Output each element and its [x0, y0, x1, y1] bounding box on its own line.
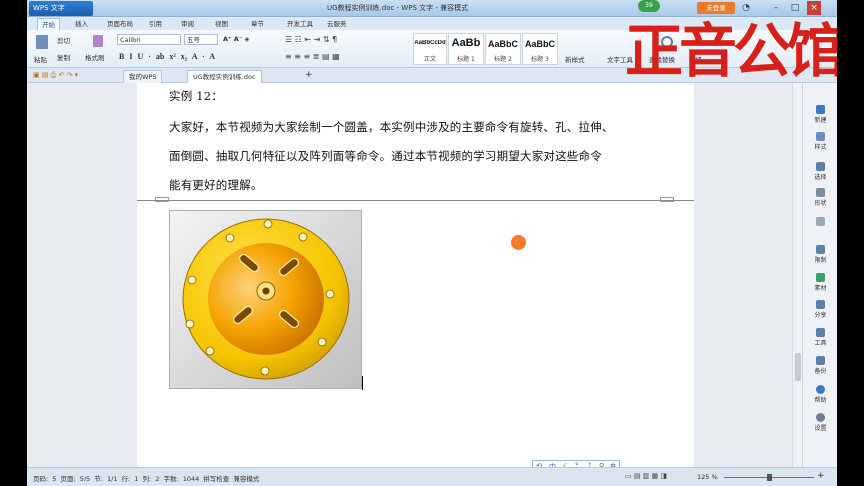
watermark: 正音公馆: [625, 17, 837, 85]
select-icon: [816, 162, 825, 171]
tab-developer[interactable]: 开发工具: [283, 18, 317, 30]
task-settings[interactable]: 设置: [805, 413, 836, 432]
zoom-level[interactable]: 125 %: [697, 473, 718, 481]
task-style[interactable]: 样式: [805, 132, 836, 151]
style-heading-1[interactable]: AaBb 标题 1: [448, 33, 484, 65]
tab-home[interactable]: 开始: [37, 18, 60, 30]
tab-review[interactable]: 审阅: [177, 18, 198, 30]
task-backup[interactable]: 备份: [805, 356, 836, 375]
zoom-slider-handle[interactable]: [767, 474, 772, 481]
tab-insert[interactable]: 插入: [71, 18, 92, 30]
new-style-button[interactable]: 新样式: [565, 54, 585, 64]
tab-document[interactable]: UG教程实例训练.doc: [187, 70, 262, 83]
mouse-cursor-indicator: [511, 235, 526, 250]
document-heading[interactable]: 实例 12：: [169, 88, 223, 104]
align-buttons[interactable]: ≡ ≡ ≡ ≣ ▤ ▦: [285, 52, 340, 61]
gear-icon: [816, 413, 825, 422]
tab-cloud[interactable]: 云服务: [323, 18, 351, 30]
task-select[interactable]: 选择: [805, 162, 836, 181]
scrollbar-thumb[interactable]: [795, 353, 801, 381]
view-mode-icons[interactable]: ▭ ▤ ▥ ▦ ◨: [625, 472, 667, 480]
task-new[interactable]: 新建: [805, 105, 836, 124]
task-blank[interactable]: [805, 217, 836, 227]
style-heading-3[interactable]: AaBbC 标题 3: [522, 33, 558, 65]
status-text: 页码: 5 页面: 5/5 节: 1/1 行: 1 列: 2 字数: 1044 …: [33, 475, 260, 483]
font-size-select[interactable]: 五号: [184, 34, 218, 45]
tab-page-layout[interactable]: 页面布局: [103, 18, 137, 30]
style-heading-2[interactable]: AaBbC 标题 2: [485, 33, 521, 65]
wps-window: WPS 文字 UG教程实例训练.doc - WPS 文字 - 兼容模式 未登录 …: [27, 0, 837, 486]
task-shape[interactable]: 形状: [805, 188, 836, 207]
style-icon: [816, 132, 825, 141]
copy-button[interactable]: 复制: [57, 52, 70, 62]
text-format-buttons[interactable]: B I U · ab x² x₂ A · A: [119, 52, 215, 61]
task-material[interactable]: 素材: [805, 273, 836, 292]
task-tools[interactable]: 工具: [805, 328, 836, 347]
tab-references[interactable]: 引用: [145, 18, 166, 30]
document-line-1[interactable]: 大家好，本节视频为大家绘制一个圆盖，本实例中涉及的主要命令有旋转、孔、拉伸、: [169, 119, 614, 135]
material-icon: [816, 273, 825, 282]
format-painter-icon[interactable]: [93, 35, 103, 47]
task-help[interactable]: 帮助: [805, 385, 836, 404]
shape-icon: [816, 188, 825, 197]
task-pane: 新建 样式 选择 形状 限制 素材 分享 工具 备份 帮助 设置: [802, 83, 837, 467]
format-painter-label[interactable]: 格式刷: [85, 52, 105, 62]
app-menu-button[interactable]: WPS 文字: [29, 1, 93, 16]
style-normal[interactable]: AaBbCcDd 正文: [413, 33, 447, 65]
page-corner-marker: [660, 197, 674, 202]
task-limit[interactable]: 限制: [805, 245, 836, 264]
document-page[interactable]: 实例 12： 大家好，本节视频为大家绘制一个圆盖，本实例中涉及的主要命令有旋转、…: [137, 83, 694, 467]
document-line-3[interactable]: 能有更好的理解。: [169, 177, 263, 193]
new-icon: [816, 105, 825, 114]
page-break: [137, 200, 694, 201]
task-share[interactable]: 分享: [805, 300, 836, 319]
font-name-select[interactable]: Calibri: [117, 34, 181, 45]
tab-chapter[interactable]: 章节: [247, 18, 268, 30]
tools-icon: [816, 328, 825, 337]
cad-part-image[interactable]: [169, 210, 362, 389]
round-cover-render: [182, 218, 350, 380]
paste-icon[interactable]: [36, 35, 48, 49]
tab-view[interactable]: 视图: [211, 18, 232, 30]
new-tab-button[interactable]: +: [305, 70, 313, 80]
zoom-in-button[interactable]: +: [817, 471, 825, 481]
text-cursor: [362, 376, 363, 390]
status-bar: 页码: 5 页面: 5/5 节: 1/1 行: 1 列: 2 字数: 1044 …: [27, 467, 837, 486]
list-buttons[interactable]: ☰ ☷ ⇤ ⇥ ⇅ ¶: [285, 35, 337, 44]
cut-button[interactable]: 剪切: [57, 35, 70, 45]
document-area[interactable]: 实例 12： 大家好，本节视频为大家绘制一个圆盖，本实例中涉及的主要命令有旋转、…: [27, 83, 802, 467]
backup-icon: [816, 356, 825, 365]
paste-label[interactable]: 粘贴: [34, 54, 47, 64]
document-icon: [816, 217, 825, 226]
document-line-2[interactable]: 面倒圆、抽取几何特征以及阵列面等命令。通过本节视频的学习期望大家对这些命令: [169, 148, 602, 164]
quick-access-icons[interactable]: ▣ ▤ ⎙ ↶ ↷ ▾: [33, 71, 78, 80]
limit-icon: [816, 245, 825, 254]
vertical-scrollbar[interactable]: [792, 83, 802, 467]
share-icon: [816, 300, 825, 309]
grow-font-button[interactable]: A⁺ A⁻ ◈: [223, 35, 249, 43]
window-title: UG教程实例训练.doc - WPS 文字 - 兼容模式: [327, 4, 469, 12]
page-corner-marker: [155, 197, 169, 202]
help-icon: [816, 385, 825, 394]
tab-my-wps[interactable]: 我的WPS: [123, 70, 163, 83]
